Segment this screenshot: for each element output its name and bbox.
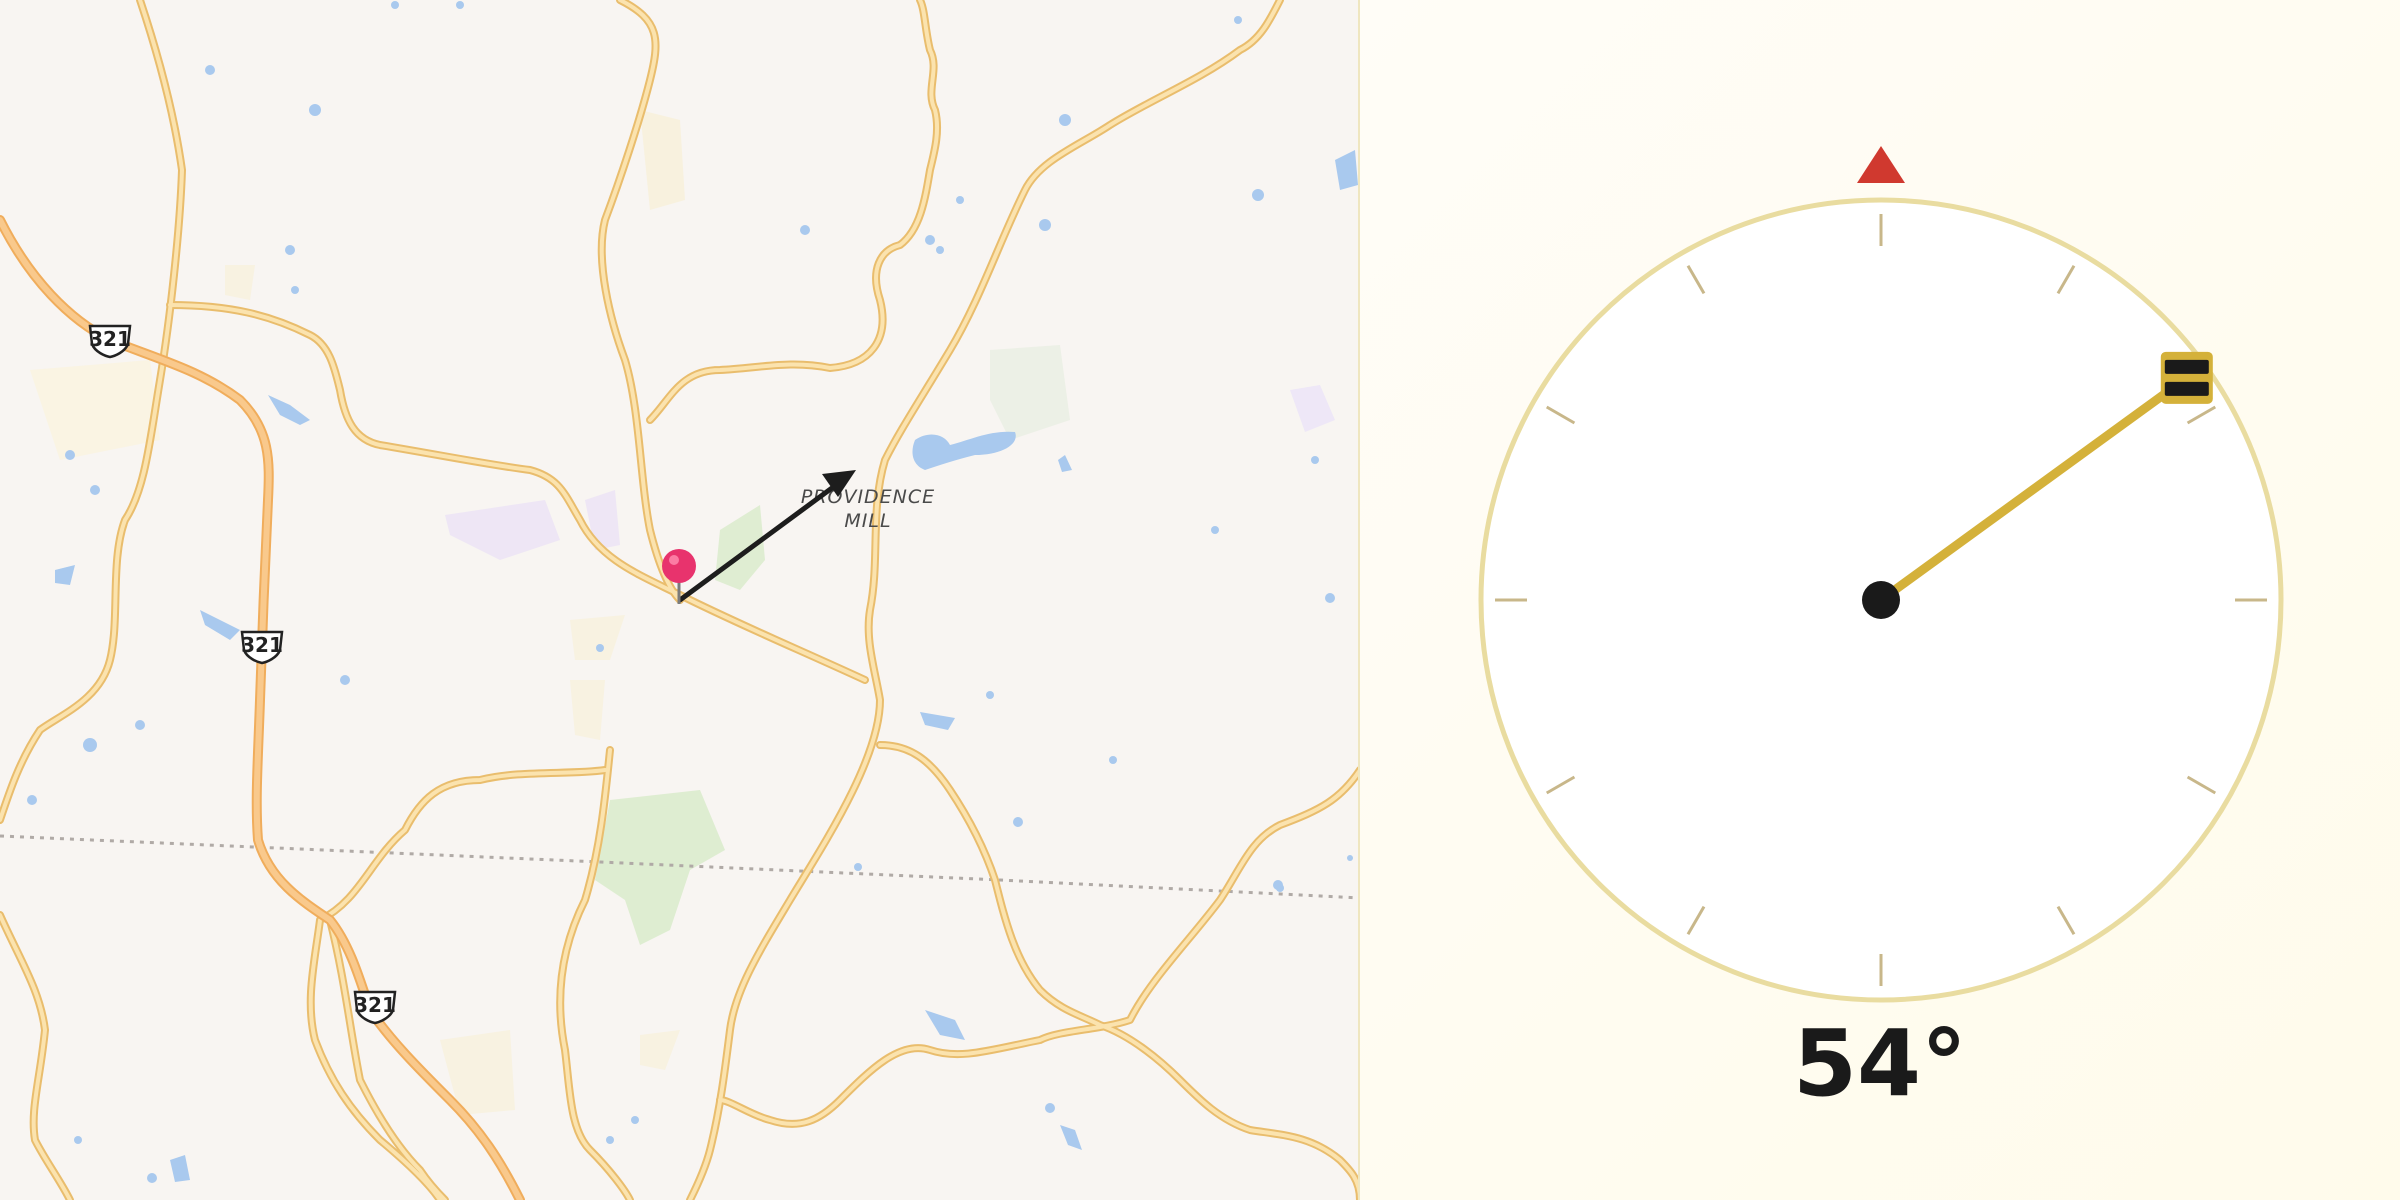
route-shield[interactable]: 321 (353, 990, 397, 1025)
compass-panel: 54° (1360, 0, 2400, 1200)
route-shield[interactable]: 321 (240, 630, 284, 665)
map-view[interactable]: 321 321 321 PROVIDENCE MILL (0, 0, 1360, 1200)
needle-hub (1862, 581, 1900, 619)
heading-arrow (677, 470, 856, 603)
svg-text:321: 321 (89, 327, 131, 351)
location-pin-icon[interactable] (662, 549, 696, 604)
heading-handle[interactable] (2160, 351, 2213, 404)
place-label-line2: MILL (844, 510, 891, 532)
svg-text:321: 321 (354, 993, 396, 1017)
svg-text:321: 321 (241, 633, 283, 657)
route-shield[interactable]: 321 (88, 324, 132, 359)
heading-readout: 54° (1792, 1010, 1968, 1117)
land-use-areas (30, 110, 1335, 1115)
map-canvas[interactable]: 321 321 321 PROVIDENCE MILL (0, 0, 1360, 1200)
north-marker-icon (1857, 146, 1905, 183)
